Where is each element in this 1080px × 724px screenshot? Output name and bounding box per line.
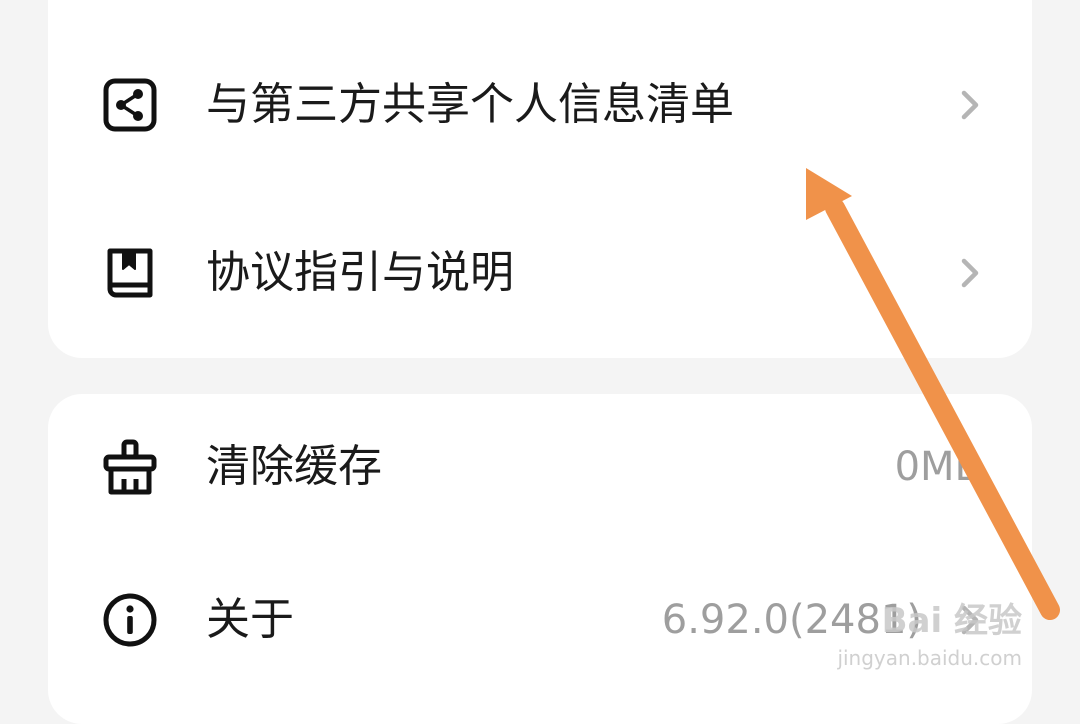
menu-item-third-party-sharing[interactable]: 与第三方共享个人信息清单 — [48, 30, 1032, 180]
share-icon — [102, 77, 158, 133]
watermark-url: jingyan.baidu.com — [837, 646, 1022, 670]
cache-size-value: 0MB — [894, 444, 982, 490]
settings-card-privacy: 与第三方共享个人信息清单 协议指引与说明 — [48, 0, 1032, 358]
menu-item-label: 关于 — [206, 594, 294, 645]
watermark: Bai 经验 jingyan.baidu.com — [822, 600, 1022, 680]
info-icon — [102, 592, 158, 648]
chevron-right-icon — [948, 251, 992, 295]
broom-icon — [102, 439, 158, 495]
menu-item-clear-cache[interactable]: 清除缓存 0MB — [48, 392, 1032, 542]
menu-item-agreement-guide[interactable]: 协议指引与说明 — [48, 198, 1032, 348]
chevron-right-icon — [948, 83, 992, 127]
menu-item-label: 协议指引与说明 — [206, 247, 514, 298]
watermark-brand: Bai 经验 — [881, 601, 1022, 641]
menu-item-label: 清除缓存 — [206, 441, 382, 492]
menu-item-label: 与第三方共享个人信息清单 — [206, 79, 734, 130]
book-icon — [102, 245, 158, 301]
